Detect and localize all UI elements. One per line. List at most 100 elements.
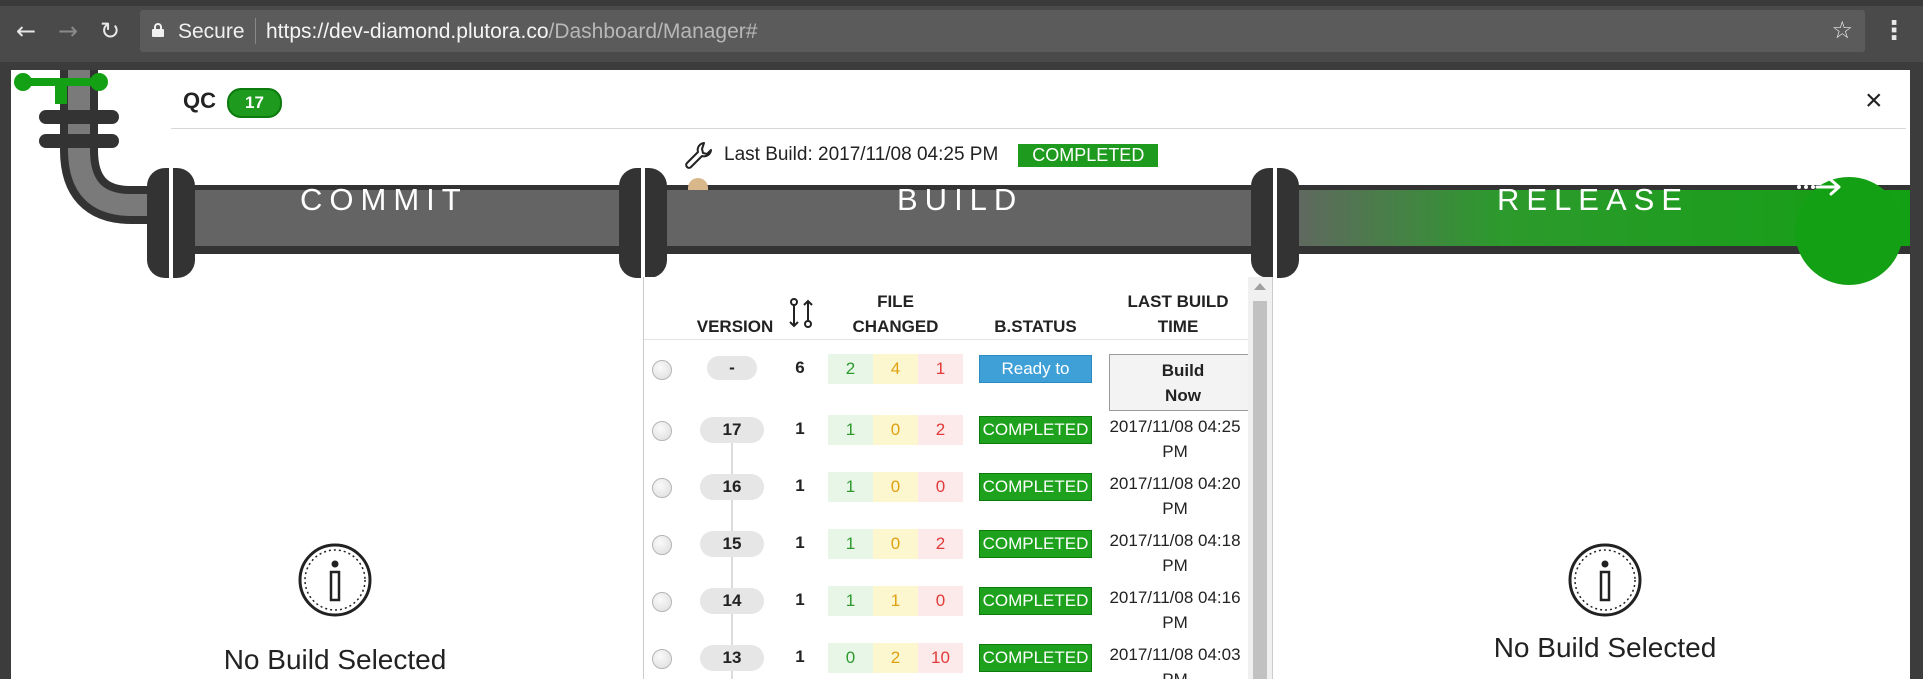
info-icon xyxy=(298,543,372,617)
scroll-up-icon[interactable] xyxy=(1254,283,1266,290)
header-divider xyxy=(171,128,1906,129)
wrench-icon xyxy=(685,142,712,169)
secure-label: Secure xyxy=(178,20,245,43)
valve-handle-icon xyxy=(14,73,108,104)
status-badge: COMPLETED xyxy=(979,587,1092,615)
header-file-changed-line1: FILE xyxy=(877,292,914,311)
table-row[interactable]: 13 1 0 2 10 COMPLETED 2017/11/08 04:03 P… xyxy=(644,636,1250,679)
table-scrollbar[interactable] xyxy=(1248,277,1272,679)
commit-empty-message: No Build Selected xyxy=(223,644,447,675)
url-text[interactable]: https://dev-diamond.plutora.co/Dashboard… xyxy=(266,20,757,44)
row-select-radio[interactable] xyxy=(652,360,672,380)
build-now-label: Build Now xyxy=(1161,361,1205,405)
last-build-status-badge: COMPLETED xyxy=(1018,143,1159,167)
version-pill: 13 xyxy=(700,645,764,671)
bookmark-star-icon[interactable]: ☆ xyxy=(1831,16,1853,44)
build-time-date: 2017/11/08 04:16 xyxy=(1109,588,1241,607)
table-row[interactable]: 16 1 1 0 0 COMPLETED 2017/11/08 04:20 PM xyxy=(644,465,1250,522)
commit-count: 1 xyxy=(795,533,805,552)
row-select-radio[interactable] xyxy=(652,649,672,669)
build-time-date: 2017/11/08 04:25 xyxy=(1109,417,1241,436)
commit-count: 1 xyxy=(795,590,805,609)
files-added: 1 xyxy=(828,472,873,502)
build-time: 2017/11/08 04:18 PM xyxy=(1096,528,1254,578)
files-added: 1 xyxy=(828,586,873,616)
build-time-ampm: PM xyxy=(1162,556,1188,575)
version-pill: 15 xyxy=(700,531,764,557)
build-table: VERSION FILE CHANGED B.STATUS LAST BUILD… xyxy=(643,277,1273,679)
files-deleted: 1 xyxy=(918,354,963,384)
url-path: /Dashboard/Manager# xyxy=(548,20,758,43)
row-select-radio[interactable] xyxy=(652,592,672,612)
files-deleted: 2 xyxy=(918,415,963,445)
stage-commit[interactable]: COMMIT xyxy=(300,182,468,218)
status-badge: Ready to xyxy=(979,355,1092,383)
header-b-status: B.STATUS xyxy=(994,317,1077,336)
scrollbar-thumb[interactable] xyxy=(1253,301,1267,679)
status-badge: COMPLETED xyxy=(979,530,1092,558)
tab-strip xyxy=(0,0,1923,6)
row-select-radio[interactable] xyxy=(652,478,672,498)
version-pill: - xyxy=(707,356,757,380)
forward-arrow-icon[interactable]: → xyxy=(54,17,82,45)
header-divider xyxy=(644,339,1250,340)
header-last-build-time-line1: LAST BUILD xyxy=(1127,292,1229,311)
files-modified: 0 xyxy=(873,415,918,445)
status-badge: COMPLETED xyxy=(979,644,1092,672)
table-row[interactable]: 17 1 1 0 2 COMPLETED 2017/11/08 04:25 PM xyxy=(644,408,1250,465)
header-last-build-time: LAST BUILD TIME xyxy=(1099,289,1257,339)
commit-count: 1 xyxy=(795,419,805,438)
build-time-ampm: PM xyxy=(1162,442,1188,461)
table-row[interactable]: 15 1 1 0 2 COMPLETED 2017/11/08 04:18 PM xyxy=(644,522,1250,579)
build-time-ampm: PM xyxy=(1162,670,1188,679)
status-badge: COMPLETED xyxy=(979,416,1092,444)
stage-build[interactable]: BUILD xyxy=(897,182,1023,218)
build-time: 2017/11/08 04:25 PM xyxy=(1096,414,1254,464)
lock-icon xyxy=(152,23,164,37)
header-file-changed-line2: CHANGED xyxy=(852,317,939,336)
build-now-button[interactable]: Build Now xyxy=(1109,354,1257,411)
commit-count: 6 xyxy=(795,358,805,377)
dotted-arrow-right-icon xyxy=(1797,178,1841,196)
release-empty-message: No Build Selected xyxy=(1493,632,1717,663)
files-modified: 2 xyxy=(873,643,918,673)
url-host: https://dev-diamond.plutora.co xyxy=(266,20,549,43)
release-button[interactable] xyxy=(1795,177,1903,285)
row-select-radio[interactable] xyxy=(652,421,672,441)
header-version: VERSION xyxy=(696,317,774,336)
files-modified: 0 xyxy=(873,529,918,559)
files-added: 0 xyxy=(828,643,873,673)
files-modified: 4 xyxy=(873,354,918,384)
release-empty-state: No Build Selected xyxy=(1435,542,1775,664)
build-time-ampm: PM xyxy=(1162,499,1188,518)
files-added: 1 xyxy=(828,415,873,445)
browser-menu-icon[interactable]: ⋮ xyxy=(1880,17,1908,45)
table-row[interactable]: - 6 2 4 1 Ready to Build Now xyxy=(644,347,1257,411)
stage-release[interactable]: RELEASE xyxy=(1497,182,1689,218)
version-pill: 16 xyxy=(700,474,764,500)
build-time-ampm: PM xyxy=(1162,613,1188,632)
count-badge: 17 xyxy=(227,88,282,118)
info-icon xyxy=(1568,543,1642,617)
back-arrow-icon[interactable]: ← xyxy=(12,17,40,45)
commit-empty-state: No Build Selected xyxy=(165,542,505,676)
modal-title: QC xyxy=(183,88,216,113)
version-pill: 17 xyxy=(700,417,764,443)
header-last-build-time-line2: TIME xyxy=(1157,317,1199,336)
address-bar[interactable]: Secure https://dev-diamond.plutora.co/Da… xyxy=(140,10,1865,52)
commit-count: 1 xyxy=(795,647,805,666)
build-time: 2017/11/08 04:16 PM xyxy=(1096,585,1254,635)
build-time-date: 2017/11/08 04:18 xyxy=(1109,531,1241,550)
qc-build-modal: COMMIT BUILD RELEASE QC 17 × Last Build:… xyxy=(11,70,1910,679)
omnibox-divider xyxy=(255,18,256,44)
close-icon[interactable]: × xyxy=(1865,84,1883,118)
files-added: 1 xyxy=(828,529,873,559)
avatar xyxy=(688,178,708,190)
table-row[interactable]: 14 1 1 1 0 COMPLETED 2017/11/08 04:16 PM xyxy=(644,579,1250,636)
row-select-radio[interactable] xyxy=(652,535,672,555)
reload-icon[interactable]: ↻ xyxy=(96,17,124,45)
files-deleted: 0 xyxy=(918,472,963,502)
build-time: 2017/11/08 04:03 PM xyxy=(1096,642,1254,679)
version-pill: 14 xyxy=(700,588,764,614)
build-time: 2017/11/08 04:20 PM xyxy=(1096,471,1254,521)
